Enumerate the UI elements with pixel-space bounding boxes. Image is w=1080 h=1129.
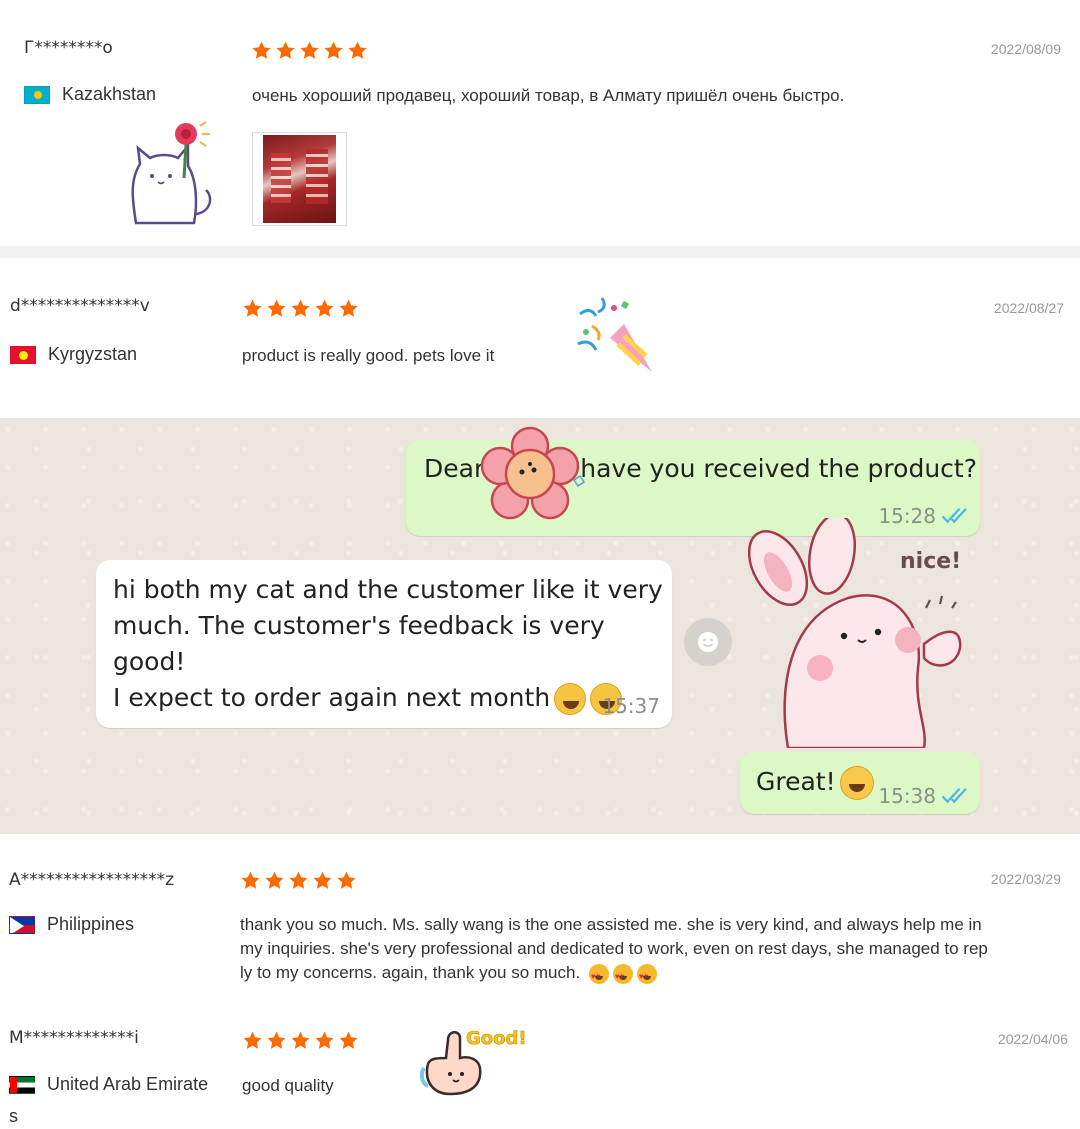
chat-message-line: I expect to order again next month — [113, 683, 551, 712]
star-icon — [288, 870, 309, 891]
review-card: Г********о 2022/08/09 Kazakhstan очень х… — [0, 0, 1080, 246]
star-icon — [264, 870, 285, 891]
thumbs-up-good-sticker-icon: Good! — [419, 1024, 530, 1098]
country-label-wrap: s — [9, 1106, 18, 1126]
star-icon — [275, 40, 296, 61]
time-label: 15:38 — [878, 784, 936, 808]
reviewer-name: Г********о — [24, 38, 113, 58]
review-text-line: my inquiries. she's very professional an… — [240, 939, 988, 958]
star-icon — [242, 1030, 263, 1051]
chat-bubble-incoming: hi both my cat and the customer like it … — [96, 560, 672, 728]
reviewer-country: United Arab Emirate — [9, 1074, 208, 1095]
sticker-caption: Good! — [466, 1028, 527, 1049]
star-icon — [347, 40, 368, 61]
chat-message-line: hi both my cat and the customer like it … — [113, 575, 663, 604]
star-icon — [336, 870, 357, 891]
star-icon — [290, 1030, 311, 1051]
star-icon — [299, 40, 320, 61]
review-date: 2022/03/29 — [990, 871, 1061, 887]
review-card: A*****************z 2022/03/29 Philippin… — [0, 834, 1080, 994]
review-card: M*************i 2022/04/06 United Arab E… — [0, 994, 1080, 1129]
kyrgyzstan-flag-icon — [10, 345, 36, 364]
country-label: Philippines — [47, 914, 135, 934]
star-icon — [314, 1030, 335, 1051]
rating-stars — [242, 298, 359, 319]
heart-eyes-emoji-icon — [588, 963, 609, 989]
country-label: Kyrgyzstan — [48, 344, 138, 364]
review-date: 2022/08/09 — [990, 41, 1061, 57]
review-text-line: ly to my concerns. again, thank you so m… — [240, 963, 581, 982]
review-photo[interactable] — [252, 132, 347, 226]
chat-bubble-outgoing: Great! 15:38 — [740, 752, 980, 814]
reviewer-name: d**************v — [10, 296, 150, 316]
reviewer-country: Philippines — [9, 914, 134, 935]
review-card: d**************v 2022/08/27 Kyrgyzstan p… — [0, 258, 1080, 418]
star-icon — [266, 298, 287, 319]
reviewer-name: A*****************z — [9, 870, 175, 890]
read-ticks-icon — [942, 787, 970, 805]
chat-message-text: have you received the product? — [580, 454, 977, 483]
review-date: 2022/08/27 — [993, 300, 1064, 316]
star-icon — [312, 870, 333, 891]
chat-message-line: much. The customer's feedback is very go… — [113, 611, 605, 676]
chat-screenshot: Dear have you received the product? 15:28… — [0, 418, 1080, 834]
star-icon — [314, 298, 335, 319]
star-icon — [290, 298, 311, 319]
rating-stars — [251, 40, 368, 61]
review-text: product is really good. pets love it — [242, 346, 495, 365]
sticker-caption: nice! — [900, 549, 961, 574]
kazakhstan-flag-icon — [24, 85, 50, 104]
smiley-icon — [698, 632, 718, 652]
message-time: 15:37 — [602, 694, 660, 718]
star-icon — [323, 40, 344, 61]
flower-sticker-icon — [455, 424, 586, 526]
country-label: United Arab Emirate — [47, 1074, 209, 1094]
star-icon — [240, 870, 261, 891]
review-text: thank you so much. Ms. sally wang is the… — [240, 913, 1070, 989]
heart-eyes-emoji-icon — [612, 963, 633, 989]
party-popper-sticker-icon — [574, 294, 656, 376]
reviewer-country: Kyrgyzstan — [10, 344, 137, 365]
country-label: Kazakhstan — [62, 84, 157, 104]
chat-message-text: Great! — [756, 767, 836, 796]
philippines-flag-icon — [9, 915, 35, 934]
review-text-line: thank you so much. Ms. sally wang is the… — [240, 915, 982, 934]
smiling-face-with-hearts-icon — [839, 766, 874, 800]
bunny-nice-sticker-icon: nice! — [747, 513, 980, 750]
star-icon — [338, 1030, 359, 1051]
uae-flag-icon — [9, 1075, 35, 1094]
divider — [0, 246, 1080, 258]
review-text: good quality — [242, 1076, 334, 1095]
review-date: 2022/04/06 — [997, 1031, 1068, 1047]
reviewer-name: M*************i — [9, 1028, 139, 1048]
cat-rose-sticker-icon — [126, 118, 216, 228]
grinning-squint-emoji-icon — [554, 683, 587, 715]
rating-stars — [240, 870, 357, 891]
rating-stars — [242, 1030, 359, 1051]
reviewer-country: Kazakhstan — [24, 84, 156, 105]
heart-eyes-emoji-icon — [636, 963, 657, 989]
star-icon — [338, 298, 359, 319]
star-icon — [251, 40, 272, 61]
review-text: очень хороший продавец, хороший товар, в… — [252, 86, 845, 105]
star-icon — [242, 298, 263, 319]
time-label: 15:37 — [602, 694, 660, 718]
message-time: 15:38 — [878, 784, 970, 808]
star-icon — [266, 1030, 287, 1051]
emoji-reaction-button[interactable] — [684, 618, 732, 666]
